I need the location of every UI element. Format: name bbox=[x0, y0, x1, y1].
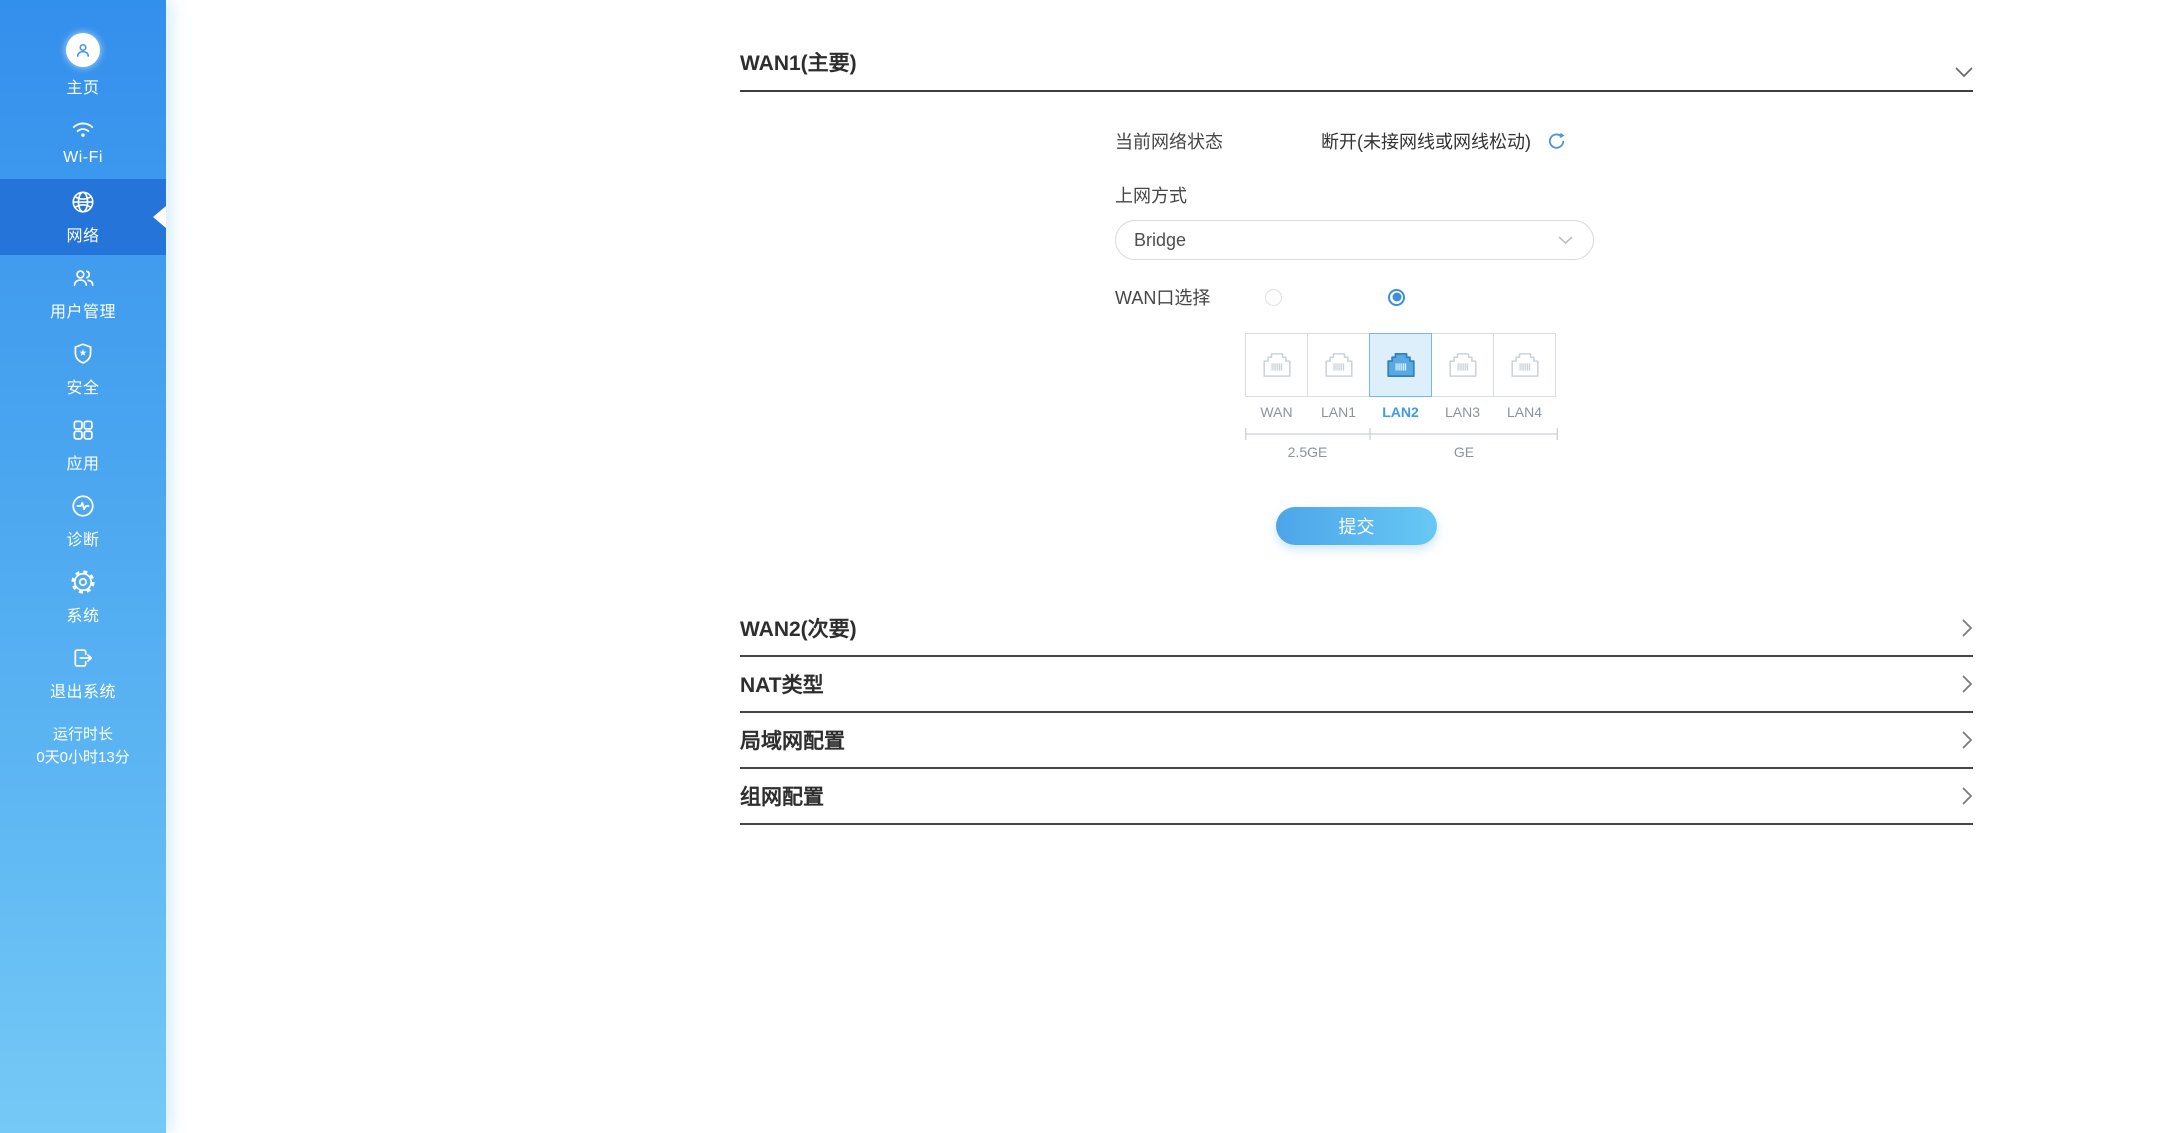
section-title: 局域网配置 bbox=[740, 725, 845, 755]
network-status-label: 当前网络状态 bbox=[1115, 128, 1321, 154]
port-label-lan3: LAN3 bbox=[1431, 404, 1494, 420]
speed-label-2-5ge: 2.5GE bbox=[1245, 444, 1370, 460]
sidebar-item-system[interactable]: 系统 bbox=[0, 559, 166, 635]
rj45-port-icon bbox=[1319, 346, 1359, 384]
sidebar-item-label: 安全 bbox=[66, 374, 99, 398]
uptime-value: 0天0小时13分 bbox=[0, 746, 166, 769]
chevron-right-icon bbox=[1962, 731, 1973, 749]
sidebar-item-label: 网络 bbox=[66, 222, 99, 246]
wan1-panel-title: WAN1(主要) bbox=[740, 50, 857, 78]
internet-mode-select[interactable]: Bridge bbox=[1115, 220, 1594, 260]
port-label-lan1: LAN1 bbox=[1307, 404, 1370, 420]
uptime-label: 运行时长 bbox=[0, 723, 166, 746]
port-label-wan: WAN bbox=[1245, 404, 1308, 420]
speed-group-labels: 2.5GE GE bbox=[1245, 444, 1558, 460]
speed-group-bracket bbox=[1245, 426, 1558, 442]
wan-port-select-label: WAN口选择 bbox=[1115, 284, 1265, 310]
port-lan2-selected[interactable] bbox=[1369, 333, 1432, 397]
rj45-port-icon bbox=[1257, 346, 1297, 384]
section-lan-config[interactable]: 局域网配置 bbox=[740, 713, 1973, 769]
active-item-caret bbox=[153, 206, 166, 228]
wan1-form: 当前网络状态 断开(未接网线或网线松动) 上网方式 Bridge bbox=[1115, 128, 1973, 460]
globe-icon bbox=[70, 189, 96, 215]
sidebar-item-applications[interactable]: 应用 bbox=[0, 407, 166, 483]
sidebar-item-security[interactable]: 安全 bbox=[0, 331, 166, 407]
sidebar-item-diagnostics[interactable]: 诊断 bbox=[0, 483, 166, 559]
speed-label-ge: GE bbox=[1370, 444, 1558, 460]
home-user-icon bbox=[66, 33, 100, 67]
sidebar-item-label: 用户管理 bbox=[50, 298, 116, 322]
section-wan2[interactable]: WAN2(次要) bbox=[740, 601, 1973, 657]
uptime-block: 运行时长 0天0小时13分 bbox=[0, 723, 166, 769]
network-status-row: 当前网络状态 断开(未接网线或网线松动) bbox=[1115, 128, 1973, 154]
port-boxes bbox=[1245, 333, 1558, 397]
rj45-port-icon bbox=[1443, 346, 1483, 384]
chevron-right-icon bbox=[1962, 619, 1973, 637]
internet-mode-label: 上网方式 bbox=[1115, 182, 1187, 208]
section-list: WAN2(次要) NAT类型 局域网配置 组网配置 bbox=[740, 601, 1973, 825]
wan-port-select-row: WAN口选择 bbox=[1115, 286, 1973, 308]
sidebar: 主页 Wi-Fi 网络 bbox=[0, 0, 166, 1133]
section-title: 组网配置 bbox=[740, 781, 824, 811]
section-nat-type[interactable]: NAT类型 bbox=[740, 657, 1973, 713]
section-mesh-config[interactable]: 组网配置 bbox=[740, 769, 1973, 825]
diagnostics-icon bbox=[70, 493, 96, 519]
wan-port-radio[interactable] bbox=[1265, 289, 1282, 306]
port-lan1[interactable] bbox=[1307, 333, 1370, 397]
chevron-right-icon bbox=[1962, 787, 1973, 805]
chevron-right-icon bbox=[1962, 675, 1973, 693]
refresh-icon bbox=[1545, 130, 1568, 153]
chevron-down-icon[interactable] bbox=[1955, 67, 1973, 78]
port-wan[interactable] bbox=[1245, 333, 1308, 397]
apps-grid-icon bbox=[70, 417, 96, 443]
rj45-port-icon bbox=[1505, 346, 1545, 384]
rj45-port-icon bbox=[1381, 346, 1421, 384]
sidebar-item-wifi[interactable]: Wi-Fi bbox=[0, 103, 166, 179]
port-selector: WAN LAN1 LAN2 LAN3 LAN4 2.5GE GE bbox=[1245, 333, 1558, 460]
sidebar-item-label: 应用 bbox=[66, 450, 99, 474]
lan2-port-radio[interactable] bbox=[1388, 289, 1405, 306]
gear-icon bbox=[70, 569, 96, 595]
sidebar-item-label: 诊断 bbox=[66, 526, 99, 550]
port-labels: WAN LAN1 LAN2 LAN3 LAN4 bbox=[1245, 404, 1558, 420]
internet-mode-value: Bridge bbox=[1134, 230, 1186, 251]
port-label-lan4: LAN4 bbox=[1493, 404, 1556, 420]
sidebar-item-label: 系统 bbox=[66, 602, 99, 626]
main-content: WAN1(主要) 当前网络状态 断开(未接网线或网线松动) 上网方式 bbox=[740, 0, 1973, 825]
sidebar-item-network[interactable]: 网络 bbox=[0, 179, 166, 255]
router-admin-page: 主页 Wi-Fi 网络 bbox=[0, 0, 2168, 1133]
sidebar-item-label: 主页 bbox=[66, 74, 99, 98]
refresh-status-button[interactable] bbox=[1544, 129, 1568, 153]
wifi-icon bbox=[70, 116, 96, 142]
sidebar-item-label: 退出系统 bbox=[50, 678, 116, 702]
chevron-down-icon bbox=[1558, 236, 1573, 245]
port-label-lan2: LAN2 bbox=[1369, 404, 1432, 420]
port-lan4[interactable] bbox=[1493, 333, 1556, 397]
sidebar-nav: 主页 Wi-Fi 网络 bbox=[0, 0, 166, 711]
section-title: WAN2(次要) bbox=[740, 613, 857, 643]
port-lan3[interactable] bbox=[1431, 333, 1494, 397]
network-status-value: 断开(未接网线或网线松动) bbox=[1321, 128, 1531, 154]
users-icon bbox=[70, 265, 96, 291]
sidebar-item-home[interactable]: 主页 bbox=[0, 27, 166, 103]
sidebar-item-logout[interactable]: 退出系统 bbox=[0, 635, 166, 711]
section-title: NAT类型 bbox=[740, 669, 824, 699]
logout-icon bbox=[70, 645, 96, 671]
sidebar-item-user-management[interactable]: 用户管理 bbox=[0, 255, 166, 331]
internet-mode-row: 上网方式 bbox=[1115, 182, 1973, 208]
submit-button[interactable]: 提交 bbox=[1276, 507, 1437, 545]
wan1-panel-header[interactable]: WAN1(主要) bbox=[740, 0, 1973, 92]
shield-star-icon bbox=[70, 341, 96, 367]
sidebar-item-label: Wi-Fi bbox=[63, 149, 103, 167]
